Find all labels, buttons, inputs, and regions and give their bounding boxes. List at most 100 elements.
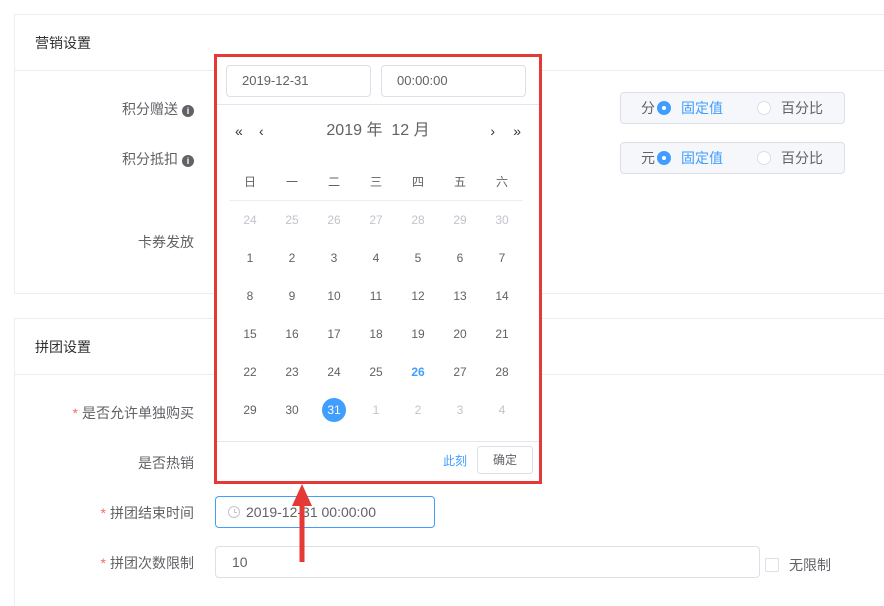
weekday-label: 二 (327, 175, 340, 189)
calendar-day[interactable]: 21 (481, 315, 523, 353)
calendar-day[interactable]: 3 (439, 391, 481, 429)
calendar-day[interactable]: 17 (313, 315, 355, 353)
calendar-day[interactable]: 1 (229, 239, 271, 277)
calendar-day-number: 26 (411, 365, 425, 379)
arrow-head (292, 484, 312, 506)
calendar-day-number: 20 (453, 327, 467, 341)
end-time-label: * 拼团结束时间 (101, 503, 194, 523)
calendar-day-number: 22 (243, 365, 257, 379)
calendar-day[interactable]: 19 (397, 315, 439, 353)
points-deduct-fixed-label[interactable]: 固定值 (681, 148, 723, 168)
calendar-day[interactable]: 25 (271, 201, 313, 239)
calendar-day-number: 24 (327, 365, 341, 379)
calendar-day[interactable]: 4 (481, 391, 523, 429)
calendar-day[interactable]: 6 (439, 239, 481, 277)
points-deduct-percent-label[interactable]: 百分比 (781, 148, 823, 168)
calendar-day-number: 28 (495, 365, 509, 379)
calendar-day[interactable]: 10 (313, 277, 355, 315)
next-year-icon[interactable]: » (513, 119, 521, 143)
calendar-day[interactable]: 30 (271, 391, 313, 429)
calendar-day[interactable]: 27 (439, 353, 481, 391)
calendar-day-number: 9 (288, 289, 296, 303)
info-icon[interactable]: i (182, 105, 194, 117)
picker-year[interactable]: 2019 年 (326, 122, 382, 139)
calendar-day[interactable]: 22 (229, 353, 271, 391)
calendar-day[interactable]: 2 (271, 239, 313, 277)
calendar-day[interactable]: 3 (313, 239, 355, 277)
calendar-day[interactable]: 9 (271, 277, 313, 315)
calendar-day[interactable]: 4 (355, 239, 397, 277)
next-month-icon[interactable]: › (490, 119, 495, 143)
calendar-day[interactable]: 29 (439, 201, 481, 239)
calendar-day-number: 7 (498, 251, 506, 265)
points-gift-percent-radio[interactable] (757, 101, 771, 115)
calendar-day[interactable]: 11 (355, 277, 397, 315)
calendar-day[interactable]: 18 (355, 315, 397, 353)
solo-buy-label: * 是否允许单独购买 (73, 403, 194, 423)
annotation-arrow-icon (292, 484, 312, 562)
calendar-day[interactable]: 7 (481, 239, 523, 277)
limit-label: * 拼团次数限制 (101, 553, 194, 573)
calendar-day-number: 3 (330, 251, 338, 265)
info-icon[interactable]: i (182, 155, 194, 167)
calendar-day-today[interactable]: 26 (397, 353, 439, 391)
calendar-day-number: 18 (369, 327, 383, 341)
end-time-label-text: 拼团结束时间 (110, 505, 194, 521)
calendar-day-number: 24 (243, 213, 257, 227)
picker-month[interactable]: 12 月 (391, 122, 429, 139)
points-deduct-unit: 元 (641, 150, 655, 166)
calendar-day[interactable]: 25 (355, 353, 397, 391)
calendar-day-number: 19 (411, 327, 425, 341)
calendar-day-number: 27 (453, 365, 467, 379)
calendar-day[interactable]: 29 (229, 391, 271, 429)
calendar-day[interactable]: 12 (397, 277, 439, 315)
calendar-day-number: 1 (372, 403, 380, 417)
points-deduct-fixed-radio[interactable] (657, 151, 671, 165)
end-time-input[interactable]: 2019-12-31 00:00:00 (215, 496, 435, 528)
points-deduct-percent-radio[interactable] (757, 151, 771, 165)
calendar-day-number: 4 (372, 251, 380, 265)
calendar-grid: 日一二三四五六 24 25 26 27 28 29 30 1 2 3 4 5 6 7 8 9 10 11 12 13 1… (229, 163, 523, 429)
limit-label-text: 拼团次数限制 (110, 555, 194, 571)
confirm-button[interactable]: 确定 (477, 446, 533, 474)
calendar-day-number: 31 (322, 398, 346, 422)
points-gift-fixed-radio[interactable] (657, 101, 671, 115)
calendar-day[interactable]: 27 (355, 201, 397, 239)
points-gift-fixed-label[interactable]: 固定值 (681, 98, 723, 118)
calendar-day[interactable]: 23 (271, 353, 313, 391)
now-button[interactable]: 此刻 (443, 442, 467, 480)
calendar-day[interactable]: 1 (355, 391, 397, 429)
calendar-day[interactable]: 2 (397, 391, 439, 429)
calendar-day[interactable]: 5 (397, 239, 439, 277)
calendar-day[interactable]: 15 (229, 315, 271, 353)
calendar-day[interactable]: 30 (481, 201, 523, 239)
unlimited-checkbox[interactable] (765, 558, 779, 572)
calendar-day[interactable]: 13 (439, 277, 481, 315)
calendar-week-row: 29 30 31 1 2 3 4 (229, 391, 523, 429)
calendar-week-row: 1 2 3 4 5 6 7 (229, 239, 523, 277)
calendar-day[interactable]: 28 (397, 201, 439, 239)
calendar-day-number: 25 (369, 365, 383, 379)
calendar-day[interactable]: 28 (481, 353, 523, 391)
picker-date-input[interactable]: 2019-12-31 (226, 65, 371, 97)
calendar-day-number: 2 (414, 403, 422, 417)
unlimited-checkbox-wrap[interactable]: 无限制 (765, 555, 831, 575)
points-gift-percent-label[interactable]: 百分比 (781, 98, 823, 118)
calendar-day[interactable]: 14 (481, 277, 523, 315)
calendar-day[interactable]: 20 (439, 315, 481, 353)
calendar-week-row: 24 25 26 27 28 29 30 (229, 201, 523, 239)
weekday-label: 一 (285, 175, 298, 189)
calendar-day-number: 29 (243, 403, 257, 417)
calendar-day[interactable]: 26 (313, 201, 355, 239)
calendar-day[interactable]: 24 (229, 201, 271, 239)
calendar-day[interactable]: 24 (313, 353, 355, 391)
unlimited-label[interactable]: 无限制 (789, 557, 831, 573)
calendar-day-number: 29 (453, 213, 467, 227)
points-deduct-label: 积分抵扣 i (122, 149, 194, 169)
calendar-day-selected[interactable]: 31 (313, 391, 355, 429)
calendar-day[interactable]: 16 (271, 315, 313, 353)
picker-time-value: 00:00:00 (397, 73, 448, 88)
solo-buy-label-text: 是否允许单独购买 (82, 405, 194, 421)
calendar-day[interactable]: 8 (229, 277, 271, 315)
picker-time-input[interactable]: 00:00:00 (381, 65, 526, 97)
